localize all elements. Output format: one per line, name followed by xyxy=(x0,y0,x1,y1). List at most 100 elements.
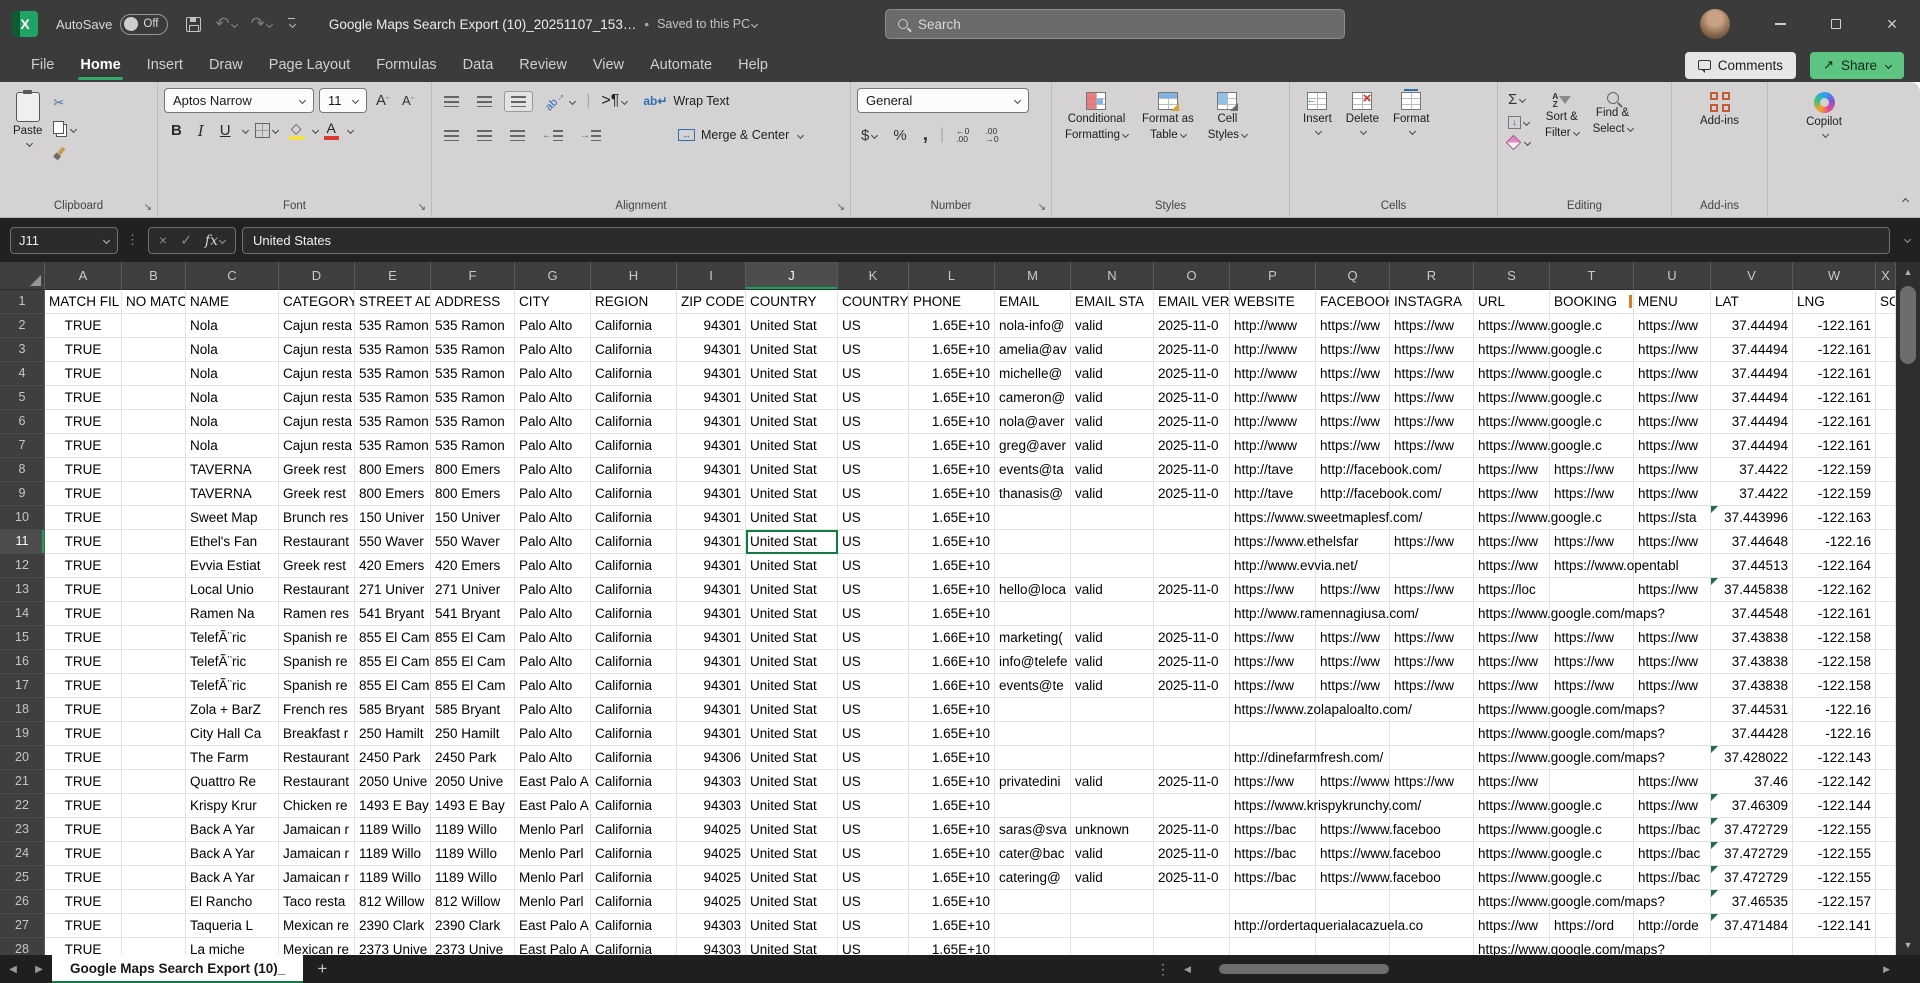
cell-E5[interactable]: 535 Ramon xyxy=(355,386,431,410)
cell-C11[interactable]: Ethel's Fan xyxy=(186,530,279,554)
cell-Q19[interactable] xyxy=(1316,722,1390,746)
cell-I25[interactable]: 94025 xyxy=(677,866,746,890)
cell-G7[interactable]: Palo Alto xyxy=(515,434,591,458)
cell-D8[interactable]: Greek rest xyxy=(279,458,355,482)
cell-W24[interactable]: -122.155 xyxy=(1793,842,1876,866)
cell-P14[interactable]: http://www.ramennagiusa.com/ xyxy=(1230,602,1316,626)
cell-M3[interactable]: amelia@av xyxy=(995,338,1071,362)
cell-P15[interactable]: https://ww xyxy=(1230,626,1316,650)
cell-X13[interactable] xyxy=(1876,578,1896,602)
cell-P1[interactable]: WEBSITE xyxy=(1230,290,1316,314)
cell-C19[interactable]: City Hall Ca xyxy=(186,722,279,746)
cell-D26[interactable]: Taco resta xyxy=(279,890,355,914)
row-header-20[interactable]: 20 xyxy=(0,746,45,770)
cell-C28[interactable]: La miche xyxy=(186,938,279,955)
cell-V22[interactable]: 37.46309 xyxy=(1711,794,1793,818)
cell-K27[interactable]: US xyxy=(838,914,909,938)
column-header-V[interactable]: V xyxy=(1711,262,1793,290)
cell-X28[interactable] xyxy=(1876,938,1896,955)
currency-button[interactable]: $ xyxy=(857,124,881,147)
cell-R3[interactable]: https://ww xyxy=(1390,338,1474,362)
select-all-corner[interactable] xyxy=(0,262,45,290)
cell-W9[interactable]: -122.159 xyxy=(1793,482,1876,506)
cell-S25[interactable]: https://www.google.c xyxy=(1474,866,1550,890)
formula-input[interactable]: United States xyxy=(242,227,1890,254)
cell-B12[interactable] xyxy=(122,554,186,578)
cell-B25[interactable] xyxy=(122,866,186,890)
cell-S18[interactable]: https://www.google.com/maps? xyxy=(1474,698,1550,722)
cell-I7[interactable]: 94301 xyxy=(677,434,746,458)
cell-E2[interactable]: 535 Ramon xyxy=(355,314,431,338)
cell-G8[interactable]: Palo Alto xyxy=(515,458,591,482)
cell-A11[interactable]: TRUE xyxy=(45,530,122,554)
cell-U1[interactable]: MENU xyxy=(1634,290,1711,314)
autosave-control[interactable]: AutoSave Off xyxy=(56,14,168,35)
cell-K19[interactable]: US xyxy=(838,722,909,746)
cell-X17[interactable] xyxy=(1876,674,1896,698)
cell-L22[interactable]: 1.65E+10 xyxy=(909,794,995,818)
cell-Q8[interactable]: http://facebook.com/ xyxy=(1316,458,1390,482)
cell-P20[interactable]: http://dinefarmfresh.com/ xyxy=(1230,746,1316,770)
cell-F5[interactable]: 535 Ramon xyxy=(431,386,515,410)
cell-O13[interactable]: 2025-11-0 xyxy=(1154,578,1230,602)
cell-S16[interactable]: https://ww xyxy=(1474,650,1550,674)
tab-insert[interactable]: Insert xyxy=(134,48,196,82)
cell-B10[interactable] xyxy=(122,506,186,530)
autosum-button[interactable]: Σ xyxy=(1504,88,1534,111)
cell-M4[interactable]: michelle@ xyxy=(995,362,1071,386)
cell-F7[interactable]: 535 Ramon xyxy=(431,434,515,458)
cell-M26[interactable] xyxy=(995,890,1071,914)
cell-F25[interactable]: 1189 Willo xyxy=(431,866,515,890)
cell-P12[interactable]: http://www.evvia.net/ xyxy=(1230,554,1316,578)
cell-G1[interactable]: CITY xyxy=(515,290,591,314)
cell-S5[interactable]: https://www.google.c xyxy=(1474,386,1550,410)
cell-J1[interactable]: COUNTRY xyxy=(746,290,838,314)
row-header-23[interactable]: 23 xyxy=(0,818,45,842)
cell-H3[interactable]: California xyxy=(591,338,677,362)
cell-N5[interactable]: valid xyxy=(1071,386,1154,410)
cell-E19[interactable]: 250 Hamilt xyxy=(355,722,431,746)
cell-S2[interactable]: https://www.google.c xyxy=(1474,314,1550,338)
row-header-4[interactable]: 4 xyxy=(0,362,45,386)
row-header-13[interactable]: 13 xyxy=(0,578,45,602)
cell-R16[interactable]: https://ww xyxy=(1390,650,1474,674)
cell-N27[interactable] xyxy=(1071,914,1154,938)
cell-I12[interactable]: 94301 xyxy=(677,554,746,578)
cell-L3[interactable]: 1.65E+10 xyxy=(909,338,995,362)
cell-Q6[interactable]: https://ww xyxy=(1316,410,1390,434)
cell-G28[interactable]: East Palo A xyxy=(515,938,591,955)
cell-O16[interactable]: 2025-11-0 xyxy=(1154,650,1230,674)
cell-E6[interactable]: 535 Ramon xyxy=(355,410,431,434)
cell-G10[interactable]: Palo Alto xyxy=(515,506,591,530)
cell-X1[interactable]: SC xyxy=(1876,290,1896,314)
cell-U6[interactable]: https://ww xyxy=(1634,410,1711,434)
row-header-15[interactable]: 15 xyxy=(0,626,45,650)
cell-X20[interactable] xyxy=(1876,746,1896,770)
cell-U21[interactable]: https://ww xyxy=(1634,770,1711,794)
cell-L16[interactable]: 1.66E+10 xyxy=(909,650,995,674)
cell-H5[interactable]: California xyxy=(591,386,677,410)
cell-C10[interactable]: Sweet Map xyxy=(186,506,279,530)
cell-J13[interactable]: United Stat xyxy=(746,578,838,602)
row-header-27[interactable]: 27 xyxy=(0,914,45,938)
cell-D19[interactable]: Breakfast r xyxy=(279,722,355,746)
cell-E3[interactable]: 535 Ramon xyxy=(355,338,431,362)
cell-L1[interactable]: PHONE xyxy=(909,290,995,314)
cell-K3[interactable]: US xyxy=(838,338,909,362)
cell-G16[interactable]: Palo Alto xyxy=(515,650,591,674)
cell-W2[interactable]: -122.161 xyxy=(1793,314,1876,338)
cell-R4[interactable]: https://ww xyxy=(1390,362,1474,386)
cell-N26[interactable] xyxy=(1071,890,1154,914)
cell-L19[interactable]: 1.65E+10 xyxy=(909,722,995,746)
cell-F28[interactable]: 2373 Unive xyxy=(431,938,515,955)
cell-F16[interactable]: 855 El Cam xyxy=(431,650,515,674)
cell-M10[interactable] xyxy=(995,506,1071,530)
cell-D20[interactable]: Restaurant xyxy=(279,746,355,770)
cell-N21[interactable]: valid xyxy=(1071,770,1154,794)
cell-F26[interactable]: 812 Willow xyxy=(431,890,515,914)
merge-center-button[interactable]: ↔Merge & Center xyxy=(673,124,808,146)
cell-C6[interactable]: Nola xyxy=(186,410,279,434)
cell-J18[interactable]: United Stat xyxy=(746,698,838,722)
cell-O10[interactable] xyxy=(1154,506,1230,530)
cell-A7[interactable]: TRUE xyxy=(45,434,122,458)
